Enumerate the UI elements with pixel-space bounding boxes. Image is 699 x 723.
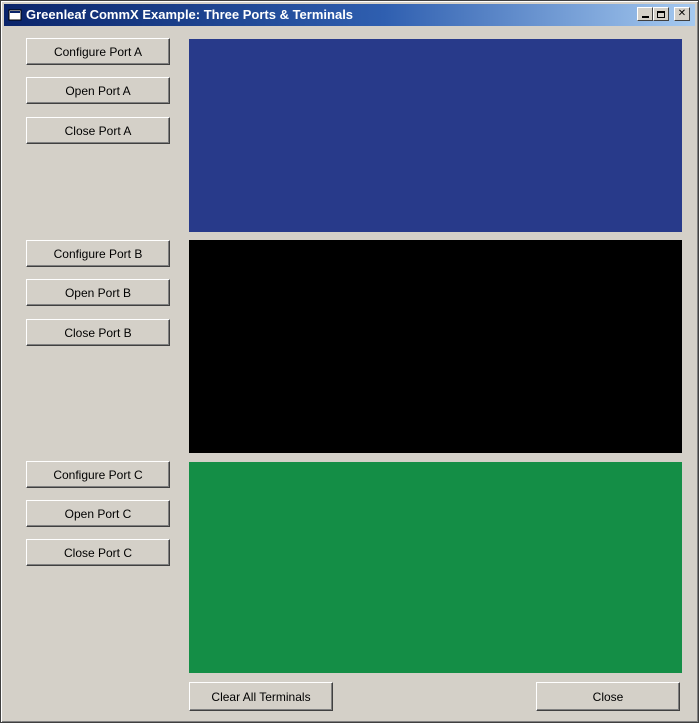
close-port-a-button[interactable]: Close Port A (26, 117, 170, 144)
close-icon: ✕ (677, 8, 687, 19)
minimize-icon (641, 16, 649, 18)
close-button[interactable]: Close (536, 682, 680, 711)
maximize-icon (657, 10, 665, 18)
open-port-b-button[interactable]: Open Port B (26, 279, 170, 306)
close-port-b-button[interactable]: Close Port B (26, 319, 170, 346)
minimize-button[interactable] (637, 7, 653, 21)
terminal-port-c[interactable] (189, 462, 682, 673)
terminal-port-b[interactable] (189, 240, 682, 453)
terminal-port-a[interactable] (189, 39, 682, 232)
close-window-button[interactable]: ✕ (674, 7, 690, 21)
main-window: Greenleaf CommX Example: Three Ports & T… (0, 0, 699, 723)
close-port-c-button[interactable]: Close Port C (26, 539, 170, 566)
maximize-button[interactable] (653, 7, 669, 21)
title-bar[interactable]: Greenleaf CommX Example: Three Ports & T… (4, 4, 695, 26)
app-window-icon[interactable] (8, 8, 22, 22)
configure-port-b-button[interactable]: Configure Port B (26, 240, 170, 267)
clear-all-terminals-button[interactable]: Clear All Terminals (189, 682, 333, 711)
configure-port-c-button[interactable]: Configure Port C (26, 461, 170, 488)
window-title: Greenleaf CommX Example: Three Ports & T… (26, 7, 354, 22)
configure-port-a-button[interactable]: Configure Port A (26, 38, 170, 65)
open-port-c-button[interactable]: Open Port C (26, 500, 170, 527)
open-port-a-button[interactable]: Open Port A (26, 77, 170, 104)
